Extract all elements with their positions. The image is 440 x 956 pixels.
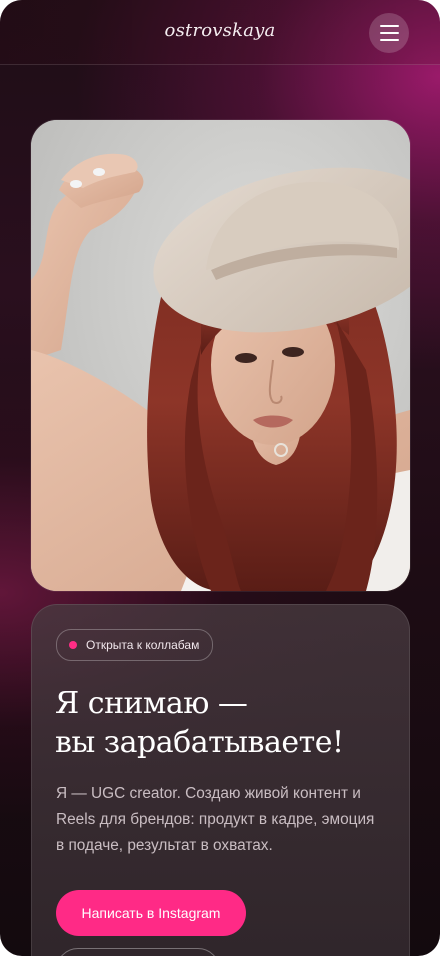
intro-card: Открыта к коллабам Я снимаю — вы зарабат… <box>31 604 410 956</box>
secondary-button[interactable] <box>56 948 220 956</box>
hero-portrait-photo <box>31 120 410 591</box>
app-screen: ostrovskaya Открыта к коллабам Я снимаю … <box>0 0 440 956</box>
portrait-illustration <box>31 120 410 591</box>
headline-line-2: вы зарабатываете! <box>55 725 344 760</box>
instagram-cta-button[interactable]: Написать в Instagram <box>56 890 246 936</box>
menu-button[interactable] <box>369 13 409 53</box>
top-header: ostrovskaya <box>0 0 440 65</box>
headline-line-1: Я снимаю — <box>55 686 248 721</box>
collab-status-badge: Открыта к коллабам <box>56 629 214 661</box>
hero-headline: Я снимаю — вы зарабатываете! <box>55 684 395 762</box>
intro-description: Я — UGC creator. Создаю живой контент и … <box>56 785 375 854</box>
hamburger-menu-icon <box>379 25 399 27</box>
status-dot-icon <box>69 641 77 649</box>
badge-label: Открыта к коллабам <box>86 638 200 652</box>
